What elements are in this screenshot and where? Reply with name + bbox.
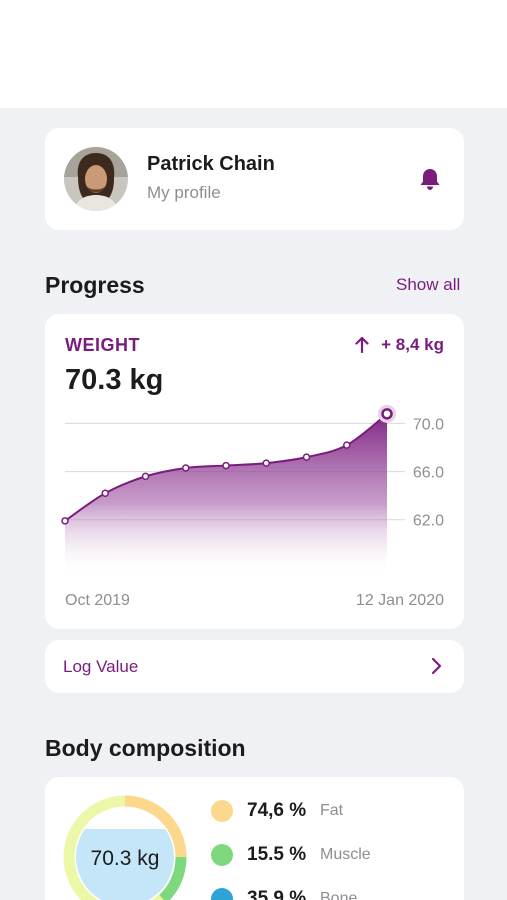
data-point[interactable] [343,441,351,449]
data-point[interactable] [101,489,109,497]
avatar[interactable] [64,147,128,211]
muscle-percent: 15.5 % [247,844,307,865]
progress-title: Progress [45,272,145,298]
body-composition-card[interactable]: 70.3 kg 74,6 % Fat 15.5 % Muscle 35.9 % … [45,777,464,900]
show-all-link[interactable]: Show all [396,275,460,295]
data-point[interactable] [141,472,150,481]
data-point[interactable] [61,517,69,525]
bone-label: Bone [320,890,358,900]
y-tick-label: 70.0 [413,416,444,433]
y-tick-label: 66.0 [413,465,444,482]
fat-dot-icon [211,800,233,822]
muscle-dot-icon [211,844,233,866]
weight-chart[interactable]: 70.0 66.0 62.0 [45,314,464,629]
data-point[interactable] [381,408,393,420]
data-point[interactable] [222,461,230,470]
x-axis-start-label: Oct 2019 [65,592,130,609]
bone-percent: 35.9 % [247,888,307,900]
legend-item-muscle: 15.5 % Muscle [211,840,371,870]
log-value-label: Log Value [63,657,139,676]
fat-percent: 74,6 % [247,800,307,821]
data-point[interactable] [302,453,311,461]
bell-icon[interactable] [417,166,443,192]
profile-name: Patrick Chain [147,153,275,175]
fat-label: Fat [320,802,344,819]
weight-area [65,413,387,577]
body-composition-title: Body composition [45,735,246,761]
data-point[interactable] [262,459,270,467]
chevron-right-icon [431,657,442,675]
composition-center-value: 70.3 kg [90,847,160,870]
profile-card[interactable]: Patrick Chain My profile [45,128,464,230]
muscle-label: Muscle [320,846,371,863]
y-tick-label: 62.0 [413,513,444,530]
x-axis-end-label: 12 Jan 2020 [355,592,444,609]
legend-item-fat: 74,6 % Fat [211,796,343,826]
data-point[interactable] [182,464,190,472]
progress-card[interactable]: WEIGHT + 8,4 kg 70.3 kg 70.0 66.0 62.0 Oct… [45,314,464,629]
log-value-button[interactable]: Log Value [45,640,464,693]
bone-dot-icon [211,888,233,900]
legend-item-bone: 35.9 % Bone [211,884,357,900]
top-bar [0,0,507,108]
profile-subtitle[interactable]: My profile [147,183,221,203]
